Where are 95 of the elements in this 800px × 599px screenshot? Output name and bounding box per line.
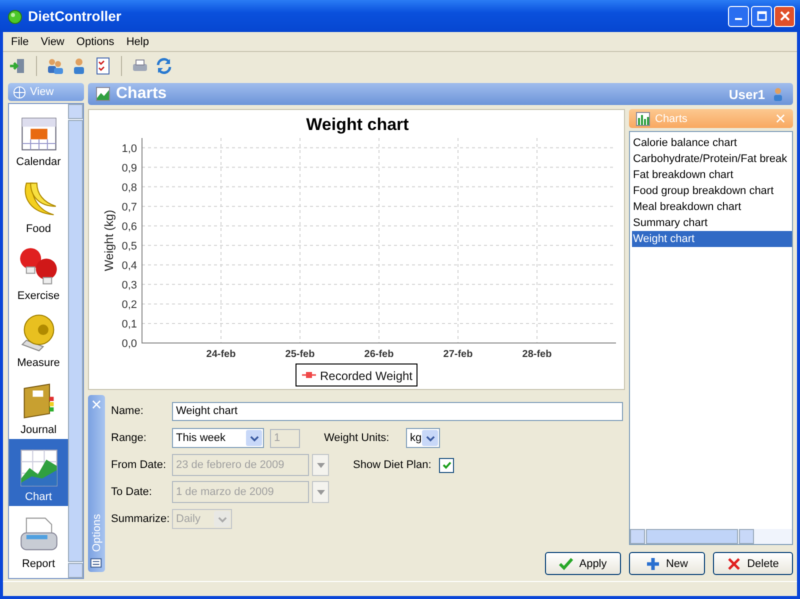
field-label: Name: bbox=[111, 405, 144, 417]
menu-item[interactable]: Options bbox=[70, 36, 120, 48]
chart-list-item[interactable]: Calorie balance chart bbox=[632, 135, 792, 151]
caret-icon bbox=[218, 514, 226, 524]
caret-icon bbox=[426, 434, 434, 442]
close-button[interactable] bbox=[774, 6, 795, 26]
chart-list-item[interactable]: Food group breakdown chart bbox=[632, 183, 792, 199]
field-label: Weight Units: bbox=[324, 432, 390, 444]
caret-icon bbox=[316, 460, 326, 470]
sidebar-item[interactable]: Chart bbox=[9, 439, 68, 506]
field-label: Show Diet Plan: bbox=[353, 459, 432, 471]
x-tick-label: 28-feb bbox=[522, 349, 552, 360]
scrollbar[interactable] bbox=[630, 529, 792, 544]
chart-list-item[interactable]: Weight chart bbox=[632, 231, 792, 247]
close-icon[interactable] bbox=[776, 114, 785, 123]
x-tick-label: 24-feb bbox=[206, 349, 236, 360]
maximize-button[interactable] bbox=[751, 6, 772, 26]
minimize-icon bbox=[735, 18, 742, 20]
sidebar-item[interactable]: Measure bbox=[9, 305, 68, 372]
sidebar-item[interactable]: Exercise bbox=[9, 238, 68, 305]
menu-item[interactable]: File bbox=[5, 36, 35, 48]
bar-chart-icon bbox=[636, 112, 650, 126]
y-tick-label: 0,4 bbox=[122, 260, 137, 272]
sidebar-item-label: Report bbox=[22, 558, 56, 570]
chart-list-item[interactable]: Fat breakdown chart bbox=[632, 167, 792, 183]
menu-item[interactable]: Help bbox=[120, 36, 155, 48]
sidebar-item-label: Journal bbox=[20, 424, 57, 436]
menu-item[interactable]: View bbox=[34, 36, 70, 48]
chart-icon bbox=[96, 87, 110, 101]
form-icon bbox=[90, 556, 103, 569]
sidebar-item[interactable]: Food bbox=[9, 171, 68, 238]
x-tick-label: 27-feb bbox=[443, 349, 473, 360]
y-tick-label: 1,0 bbox=[122, 142, 137, 155]
field-label: Summarize: bbox=[111, 513, 171, 525]
field-label: To Date: bbox=[111, 486, 153, 498]
apple-icon bbox=[7, 8, 23, 24]
checklist-icon[interactable] bbox=[94, 57, 112, 75]
panel-title: Charts bbox=[655, 112, 688, 124]
checkbox[interactable] bbox=[439, 458, 454, 472]
close-icon[interactable] bbox=[92, 400, 101, 409]
y-tick-label: 0,0 bbox=[122, 338, 137, 350]
window-title: DietController bbox=[28, 8, 122, 24]
y-axis-label: Weight (kg) bbox=[102, 210, 116, 272]
sidebar-item[interactable]: Journal bbox=[9, 372, 68, 439]
checkmark-icon bbox=[559, 556, 574, 570]
y-tick-label: 0,3 bbox=[122, 279, 137, 292]
chart-list-item[interactable]: Meal breakdown chart bbox=[632, 199, 792, 215]
apply-button[interactable]: Apply bbox=[545, 552, 621, 575]
scrollbar[interactable] bbox=[68, 104, 83, 578]
range-dropdown[interactable]: This week bbox=[172, 428, 264, 448]
date-picker-button[interactable] bbox=[312, 454, 329, 476]
name-field[interactable]: Weight chart bbox=[172, 402, 623, 420]
checkmark-icon bbox=[442, 460, 452, 470]
units-dropdown[interactable]: kg bbox=[406, 428, 440, 448]
sidebar-item-label: Food bbox=[26, 223, 52, 235]
section-title: Charts bbox=[116, 85, 167, 103]
field-label: Range: bbox=[111, 432, 148, 444]
x-tick-label: 25-feb bbox=[285, 349, 315, 360]
sidebar-item-label: Calendar bbox=[16, 156, 61, 168]
sidebar-item-label: Measure bbox=[17, 357, 60, 369]
x-tick-label: 26-feb bbox=[364, 349, 394, 360]
door-icon[interactable] bbox=[9, 57, 27, 75]
sidebar-item[interactable]: Calendar bbox=[9, 104, 68, 171]
legend-label: Recorded Weight bbox=[320, 369, 412, 383]
legend-marker-icon bbox=[302, 372, 316, 378]
y-tick-label: 0,1 bbox=[122, 318, 137, 330]
y-tick-label: 0,7 bbox=[122, 201, 137, 214]
y-tick-label: 0,2 bbox=[122, 298, 137, 311]
close-icon bbox=[780, 11, 790, 21]
maximize-icon bbox=[756, 11, 766, 21]
sidebar-item-label: Exercise bbox=[17, 290, 60, 302]
user-icon bbox=[771, 87, 785, 101]
chart-icon bbox=[18, 447, 60, 489]
chart-list-item[interactable]: Summary chart bbox=[632, 215, 792, 231]
y-tick-label: 0,9 bbox=[122, 162, 137, 174]
y-tick-label: 0,8 bbox=[122, 182, 137, 194]
cross-icon bbox=[727, 556, 742, 570]
minimize-button[interactable] bbox=[728, 6, 749, 26]
caret-icon bbox=[250, 434, 258, 442]
new-button[interactable]: New bbox=[629, 552, 705, 575]
chart-list-item[interactable]: Carbohydrate/Protein/Fat break bbox=[632, 151, 792, 167]
field-label: From Date: bbox=[111, 459, 168, 471]
user-name: User1 bbox=[728, 86, 765, 102]
sidebar-item[interactable]: Report bbox=[9, 506, 68, 573]
globe-icon bbox=[13, 86, 26, 98]
plus-icon bbox=[646, 556, 660, 570]
y-tick-label: 0,6 bbox=[122, 220, 137, 233]
refresh-icon[interactable] bbox=[155, 57, 173, 75]
chart-title: Weight chart bbox=[306, 115, 409, 134]
caret-icon bbox=[316, 487, 326, 497]
sidebar-item-label: Chart bbox=[25, 491, 52, 503]
date-picker-button[interactable] bbox=[312, 481, 329, 503]
y-tick-label: 0,5 bbox=[122, 240, 137, 252]
users-icon[interactable] bbox=[46, 57, 64, 75]
delete-button[interactable]: Delete bbox=[713, 552, 793, 575]
